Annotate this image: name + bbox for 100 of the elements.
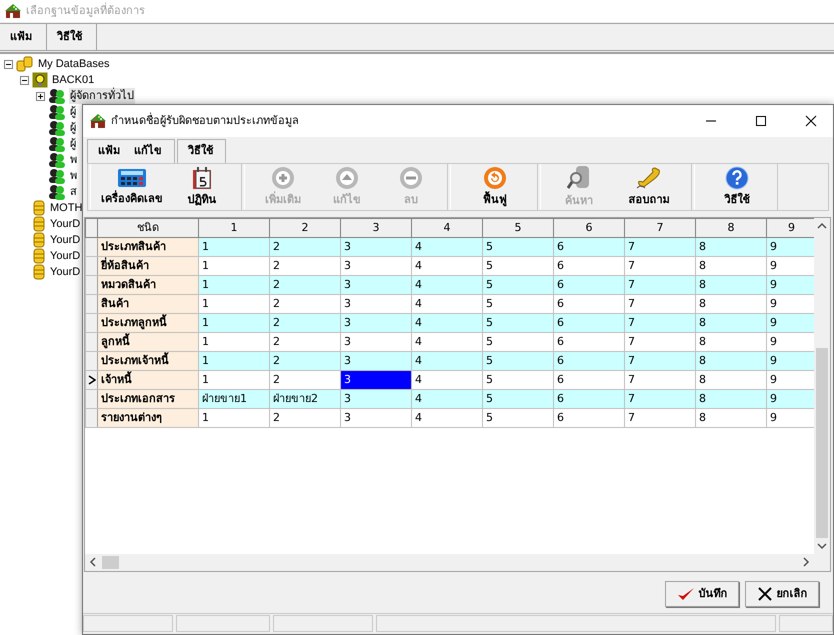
- table-cell[interactable]: 6: [554, 352, 624, 370]
- table-cell[interactable]: 6: [554, 314, 624, 332]
- tree-item[interactable]: ส: [69, 184, 78, 200]
- table-cell[interactable]: 5: [482, 370, 554, 390]
- table-cell[interactable]: 4: [412, 238, 482, 256]
- table-cell[interactable]: 6: [554, 238, 624, 256]
- table-cell[interactable]: 3: [340, 314, 412, 332]
- table-cell[interactable]: 7: [624, 294, 696, 314]
- toolbar-button[interactable]: สอบถาม: [611, 164, 687, 210]
- tree-item[interactable]: YourD: [49, 248, 82, 264]
- table-cell[interactable]: 3: [340, 276, 412, 294]
- menu-item[interactable]: แฟ้ม: [10, 28, 32, 46]
- expand-toggle[interactable]: [4, 60, 13, 68]
- table-cell[interactable]: 4: [412, 314, 482, 332]
- table-cell[interactable]: 2: [270, 238, 340, 256]
- table-cell[interactable]: 6: [554, 276, 624, 294]
- table-cell[interactable]: 6: [554, 256, 624, 276]
- table-cell[interactable]: 4: [412, 256, 482, 276]
- table-cell[interactable]: 8: [696, 314, 766, 332]
- table-cell[interactable]: 4: [412, 408, 482, 428]
- table-cell[interactable]: 3: [340, 256, 412, 276]
- toolbar-button[interactable]: ปฏิทิน: [167, 164, 237, 210]
- table-cell[interactable]: 5: [482, 332, 554, 352]
- table-cell[interactable]: 4: [412, 276, 482, 294]
- table-cell[interactable]: 2: [270, 408, 340, 428]
- tree-item[interactable]: ผู้จัดการทั่วไป: [69, 88, 135, 104]
- table-cell[interactable]: 1: [198, 352, 270, 370]
- tree-item[interactable]: พ: [69, 168, 78, 184]
- table-cell[interactable]: 5: [482, 294, 554, 314]
- scrollbar-thumb[interactable]: [816, 348, 828, 538]
- scrollbar-thumb[interactable]: [102, 556, 119, 569]
- table-cell[interactable]: 1: [198, 238, 270, 256]
- table-cell[interactable]: 6: [554, 408, 624, 428]
- dialog-button[interactable]: ยกเลิก: [745, 581, 819, 607]
- table-cell[interactable]: 1: [198, 370, 270, 390]
- table-cell[interactable]: 7: [624, 276, 696, 294]
- vertical-scrollbar[interactable]: [814, 218, 830, 554]
- table-cell[interactable]: 8: [696, 352, 766, 370]
- table-cell[interactable]: 7: [624, 370, 696, 390]
- table-cell[interactable]: 1: [198, 276, 270, 294]
- table-cell[interactable]: 7: [624, 332, 696, 352]
- table-cell[interactable]: 3: [340, 332, 412, 352]
- table-cell[interactable]: 6: [554, 370, 624, 390]
- table-cell[interactable]: 4: [412, 352, 482, 370]
- tree-item[interactable]: พ: [69, 152, 78, 168]
- table-cell[interactable]: 4: [412, 294, 482, 314]
- table-cell[interactable]: 4: [412, 332, 482, 352]
- table-cell[interactable]: 5: [482, 238, 554, 256]
- table-cell[interactable]: 5: [482, 314, 554, 332]
- table-cell[interactable]: 8: [696, 408, 766, 428]
- table-cell[interactable]: 8: [696, 370, 766, 390]
- table-cell[interactable]: 8: [696, 238, 766, 256]
- table-cell[interactable]: 1: [198, 294, 270, 314]
- table-cell[interactable]: 4: [412, 390, 482, 408]
- table-cell[interactable]: 3: [340, 352, 412, 370]
- table-cell[interactable]: 3: [340, 390, 412, 408]
- table-cell[interactable]: 6: [554, 390, 624, 408]
- table-cell[interactable]: 8: [696, 294, 766, 314]
- table-cell[interactable]: 7: [624, 314, 696, 332]
- table-cell[interactable]: 7: [624, 352, 696, 370]
- tree-item[interactable]: BACK01: [51, 72, 96, 88]
- table-cell[interactable]: 7: [624, 238, 696, 256]
- table-cell[interactable]: 2: [270, 352, 340, 370]
- table-cell[interactable]: 7: [624, 408, 696, 428]
- table-cell[interactable]: 6: [554, 294, 624, 314]
- tree-item[interactable]: YourD: [49, 264, 82, 280]
- table-cell[interactable]: 8: [696, 390, 766, 408]
- tree-item[interactable]: My DataBases: [37, 56, 111, 72]
- table-cell[interactable]: 2: [270, 314, 340, 332]
- menu-item[interactable]: วิธีใช้: [57, 28, 82, 46]
- tree-item[interactable]: ผู้: [69, 104, 77, 120]
- table-cell[interactable]: ฝ่ายขาย2: [270, 390, 340, 408]
- table-cell[interactable]: 8: [696, 276, 766, 294]
- table-cell[interactable]: 7: [624, 256, 696, 276]
- table-cell[interactable]: 5: [482, 276, 554, 294]
- tree-item[interactable]: YourD: [49, 232, 82, 248]
- table-cell[interactable]: 2: [270, 276, 340, 294]
- expand-toggle[interactable]: [36, 92, 45, 100]
- table-cell[interactable]: 2: [270, 332, 340, 352]
- toolbar-button[interactable]: ฟื้นฟู: [457, 164, 533, 210]
- menu-item[interactable]: แก้ไข: [134, 143, 162, 160]
- horizontal-scrollbar[interactable]: [85, 554, 830, 571]
- tree-item[interactable]: MOTH: [49, 200, 84, 216]
- table-cell[interactable]: 5: [482, 390, 554, 408]
- table-cell[interactable]: 8: [696, 332, 766, 352]
- table-cell[interactable]: 8: [696, 256, 766, 276]
- table-cell[interactable]: ฝ่ายขาย1: [198, 390, 270, 408]
- table-cell[interactable]: 1: [198, 314, 270, 332]
- tree-item[interactable]: YourD: [49, 216, 82, 232]
- table-cell[interactable]: 3: [340, 294, 412, 314]
- table-cell[interactable]: 3: [340, 370, 412, 390]
- table-cell[interactable]: 1: [198, 256, 270, 276]
- table-cell[interactable]: 2: [270, 256, 340, 276]
- table-cell[interactable]: 1: [198, 332, 270, 352]
- row-header[interactable]: [86, 371, 98, 389]
- table-cell[interactable]: 1: [198, 408, 270, 428]
- table-cell[interactable]: 5: [482, 256, 554, 276]
- expand-toggle[interactable]: [20, 76, 29, 84]
- toolbar-button[interactable]: เครื่องคิดเลข: [97, 164, 167, 210]
- table-cell[interactable]: 5: [482, 352, 554, 370]
